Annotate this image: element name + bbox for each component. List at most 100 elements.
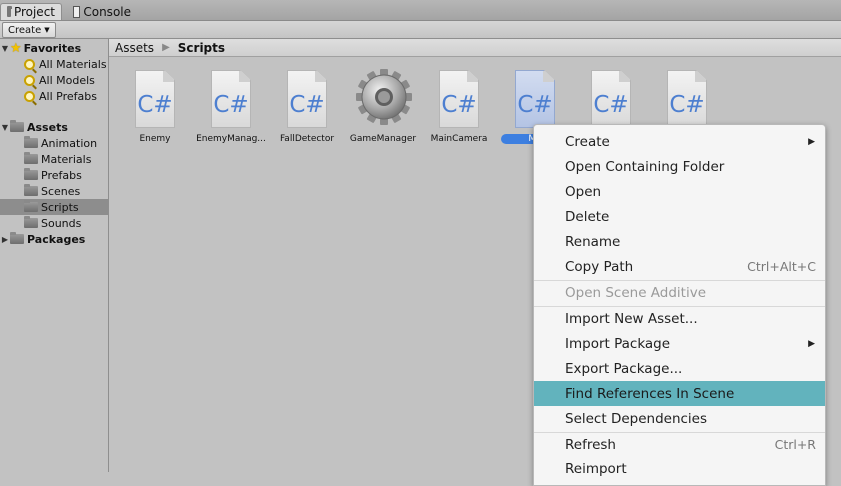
menu-item-label: Select Dependencies xyxy=(565,410,708,427)
folder-icon xyxy=(24,136,38,148)
tree-item-label: All Prefabs xyxy=(39,89,97,103)
tree-assets[interactable]: ▼ Assets xyxy=(0,119,108,135)
tab-project[interactable]: Project xyxy=(0,3,62,20)
menu-item-label: Open Containing Folder xyxy=(565,158,725,175)
tree-item-all-prefabs[interactable]: All Prefabs xyxy=(0,88,108,104)
breadcrumb-scripts[interactable]: Scripts xyxy=(170,41,225,55)
csharp-glyph: C# xyxy=(593,92,629,118)
folder-icon xyxy=(24,200,38,212)
tree-folder-scenes[interactable]: Scenes xyxy=(0,183,108,199)
asset-label: FallDetector xyxy=(279,134,335,144)
menu-item-reimport[interactable]: Reimport xyxy=(534,456,825,481)
menu-item-copy-path[interactable]: Copy Path Ctrl+Alt+C xyxy=(534,254,825,279)
csharp-glyph: C# xyxy=(517,92,553,118)
asset-item[interactable]: C# Enemy xyxy=(119,68,191,150)
tree-item-all-models[interactable]: All Models xyxy=(0,72,108,88)
menu-item-label: Copy Path xyxy=(565,258,634,275)
project-tree: ▼ ★ Favorites All Materials All Models A… xyxy=(0,39,109,472)
tree-folder-label: Prefabs xyxy=(41,168,82,182)
csharp-glyph: C# xyxy=(669,92,705,118)
tree-folder-prefabs[interactable]: Prefabs xyxy=(0,167,108,183)
menu-item-label: Create xyxy=(565,133,610,150)
tree-assets-label: Assets xyxy=(27,120,68,134)
asset-item[interactable]: C# MainCamera xyxy=(423,68,495,150)
menu-item-label: Open Scene Additive xyxy=(565,284,707,301)
tree-favorites-label: Favorites xyxy=(23,41,82,55)
tree-folder-label: Scenes xyxy=(41,184,81,198)
gear-icon xyxy=(356,69,412,125)
menu-item-shortcut: Ctrl+R xyxy=(774,437,816,452)
menu-item-label: Reimport xyxy=(565,460,627,477)
console-icon xyxy=(73,5,81,18)
create-button[interactable]: Create ▼ xyxy=(2,22,56,38)
asset-item[interactable]: GameManager xyxy=(347,68,419,150)
asset-label: EnemyManag... xyxy=(196,134,266,144)
tree-folder-label: Scripts xyxy=(41,200,79,214)
folder-icon xyxy=(10,120,24,132)
menu-item-open[interactable]: Open xyxy=(534,179,825,204)
menu-item-rename[interactable]: Rename xyxy=(534,229,825,254)
menu-item-select-dependencies[interactable]: Select Dependencies xyxy=(534,406,825,431)
menu-item-export-package[interactable]: Export Package... xyxy=(534,356,825,381)
search-icon xyxy=(24,74,35,86)
csharp-glyph: C# xyxy=(289,92,325,118)
expand-arrow-icon[interactable]: ▼ xyxy=(0,44,10,53)
asset-item[interactable]: C# EnemyManag... xyxy=(195,68,267,150)
tree-folder-label: Sounds xyxy=(41,216,82,230)
star-icon: ★ xyxy=(10,40,22,56)
tree-folder-label: Materials xyxy=(41,152,92,166)
tree-folder-animation[interactable]: Animation xyxy=(0,135,108,151)
menu-item-refresh[interactable]: Refresh Ctrl+R xyxy=(534,432,825,457)
tab-console[interactable]: Console xyxy=(67,3,137,20)
asset-label: GameManager xyxy=(349,134,417,144)
tree-favorites[interactable]: ▼ ★ Favorites xyxy=(0,40,108,56)
submenu-arrow-icon: ▶ xyxy=(808,338,815,349)
chevron-right-icon: ▶ xyxy=(162,42,170,53)
tree-folder-label: Animation xyxy=(41,136,98,150)
menu-item-shortcut: Ctrl+Alt+C xyxy=(747,259,816,274)
folder-icon xyxy=(24,184,38,196)
folder-icon xyxy=(24,216,38,228)
csharp-glyph: C# xyxy=(213,92,249,118)
tree-folder-scripts[interactable]: Scripts xyxy=(0,199,108,215)
collapse-arrow-icon[interactable]: ▶ xyxy=(0,235,10,244)
menu-item-label: Import Package xyxy=(565,335,671,352)
menu-item-create[interactable]: Create ▶ xyxy=(534,129,825,154)
asset-item[interactable]: C# FallDetector xyxy=(271,68,343,150)
expand-arrow-icon[interactable]: ▼ xyxy=(0,123,10,132)
menu-item-label: Open xyxy=(565,183,602,200)
create-button-label: Create xyxy=(8,24,42,36)
menu-item-label: Rename xyxy=(565,233,621,250)
menu-item-label: Find References In Scene xyxy=(565,385,735,402)
tree-item-label: All Models xyxy=(39,73,95,87)
tree-item-all-materials[interactable]: All Materials xyxy=(0,56,108,72)
folder-icon xyxy=(24,152,38,164)
chevron-down-icon: ▼ xyxy=(44,26,50,34)
tab-console-label: Console xyxy=(83,4,131,19)
toolbar: Create ▼ xyxy=(0,21,841,39)
tree-packages[interactable]: ▶ Packages xyxy=(0,231,108,247)
breadcrumb: Assets ▶ Scripts xyxy=(109,39,841,57)
context-menu: Create ▶ Open Containing Folder Open Del… xyxy=(533,124,826,486)
search-icon xyxy=(24,90,35,102)
menu-item-find-references-in-scene[interactable]: Find References In Scene xyxy=(534,381,825,406)
tree-folder-sounds[interactable]: Sounds xyxy=(0,215,108,231)
csharp-glyph: C# xyxy=(137,92,173,118)
breadcrumb-assets[interactable]: Assets xyxy=(109,41,154,55)
tree-folder-materials[interactable]: Materials xyxy=(0,151,108,167)
tree-item-label: All Materials xyxy=(39,57,107,71)
folder-icon xyxy=(7,5,12,17)
csharp-glyph: C# xyxy=(441,92,477,118)
menu-item-label: Delete xyxy=(565,208,610,225)
tree-packages-label: Packages xyxy=(27,232,86,246)
submenu-arrow-icon: ▶ xyxy=(808,136,815,147)
menu-item-import-package[interactable]: Import Package ▶ xyxy=(534,331,825,356)
folder-icon xyxy=(24,168,38,180)
tab-bar: Project Console xyxy=(0,0,841,21)
menu-item-open-containing-folder[interactable]: Open Containing Folder xyxy=(534,154,825,179)
tab-project-label: Project xyxy=(13,5,55,19)
asset-label: MainCamera xyxy=(430,134,488,144)
menu-item-delete[interactable]: Delete xyxy=(534,204,825,229)
menu-item-label: Refresh xyxy=(565,436,616,453)
menu-item-import-new-asset[interactable]: Import New Asset... xyxy=(534,306,825,331)
